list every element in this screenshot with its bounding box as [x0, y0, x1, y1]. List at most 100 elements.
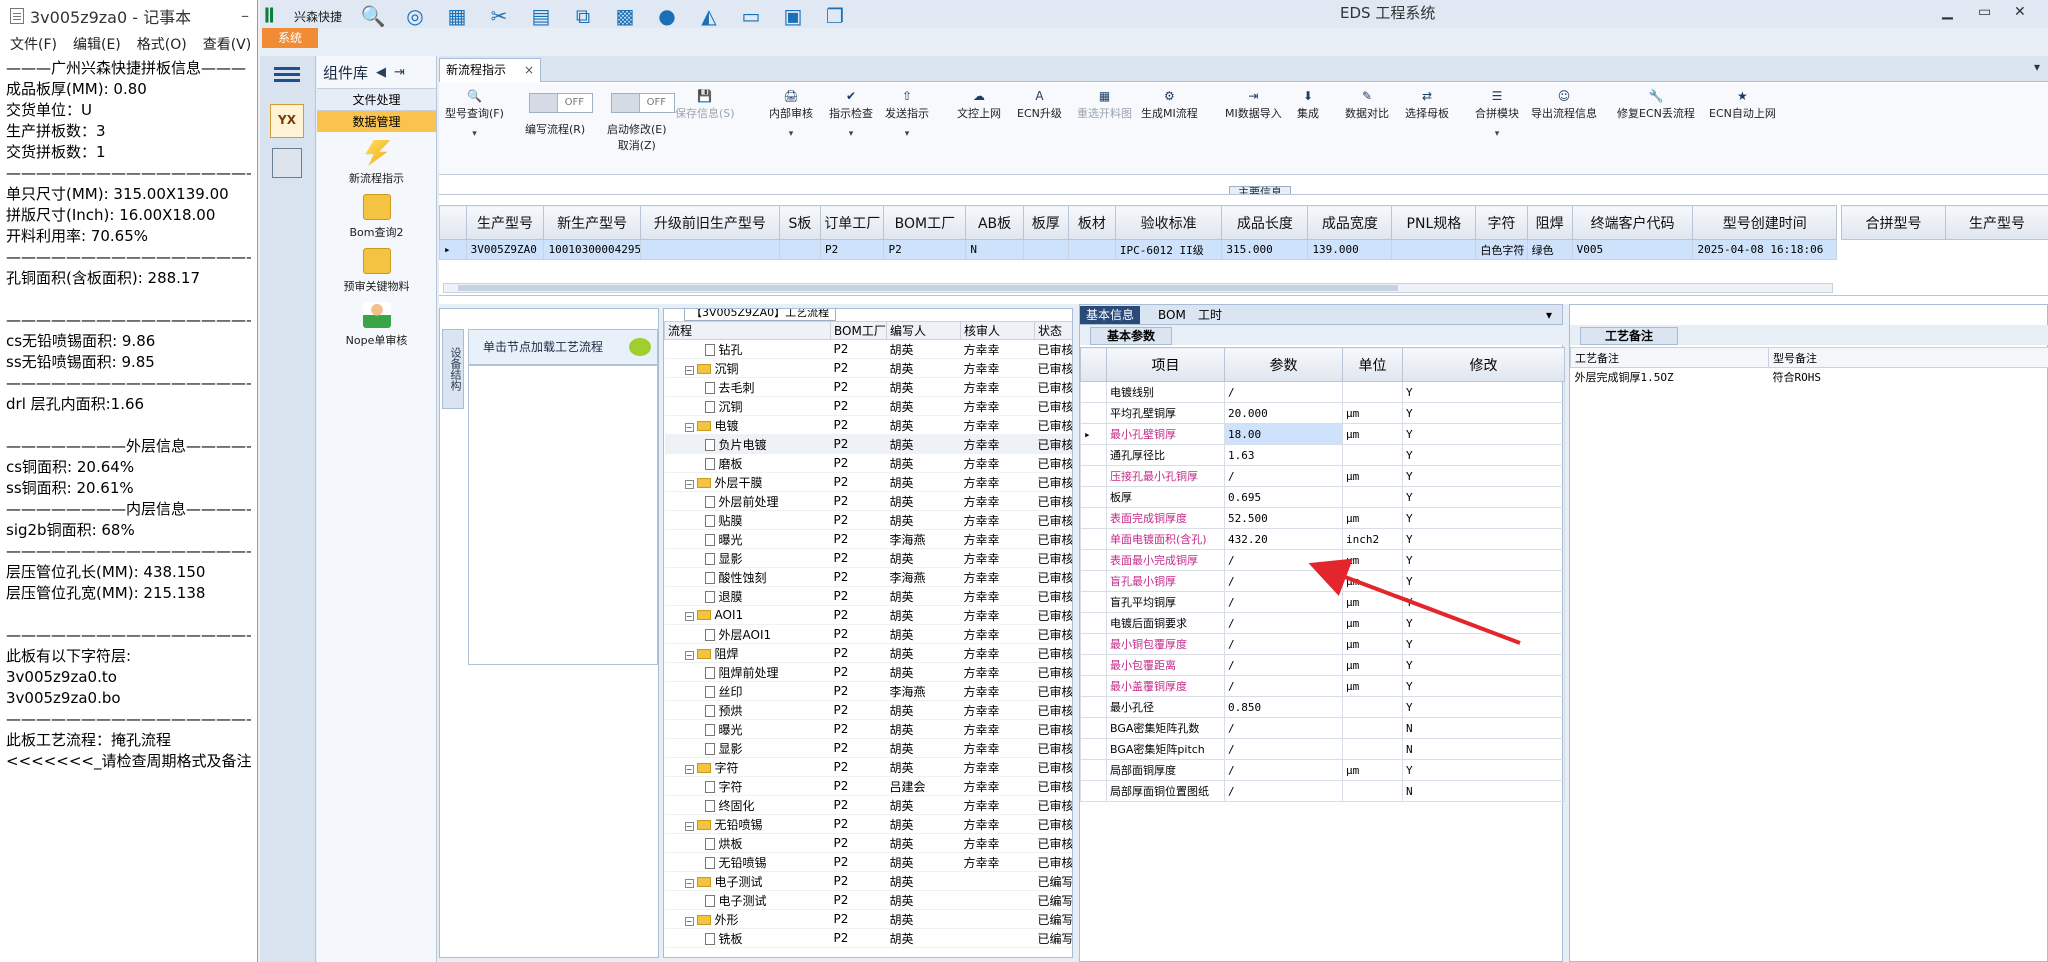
process-s-cell[interactable]: 已编写	[1034, 871, 1072, 891]
process-r-cell[interactable]: 方幸幸	[960, 453, 1035, 473]
ribbon-button-15[interactable]: 🔧 修复ECN丢流程	[1617, 89, 1695, 121]
process-bom-cell[interactable]: P2	[830, 890, 887, 910]
params-col-3[interactable]: 单位	[1342, 347, 1403, 382]
process-row[interactable]: 电子测试 P2 胡英 已编写	[664, 890, 1072, 910]
menu-file[interactable]: 文件(F)	[10, 34, 57, 54]
param-modify-cell[interactable]: Y	[1402, 444, 1565, 466]
process-bom-cell[interactable]: P2	[830, 377, 887, 397]
dropdown-arrow-icon[interactable]: ▾	[885, 129, 929, 139]
param-value-cell[interactable]: 18.00	[1224, 423, 1343, 445]
system-button[interactable]: 系统	[262, 28, 318, 48]
window-close-button[interactable]: ✕	[2014, 4, 2026, 20]
main-cell-6[interactable]: P2	[883, 239, 967, 260]
collapse-toggle-icon[interactable]: −	[684, 878, 694, 888]
ribbon-button-4[interactable]: ⇧ 发送指示 ▾	[885, 89, 929, 139]
process-row[interactable]: 负片电镀 P2 胡英 方幸幸 已审核	[664, 434, 1072, 454]
collapse-toggle-icon[interactable]: −	[684, 612, 694, 621]
process-r-cell[interactable]: 方幸幸	[960, 548, 1035, 568]
process-bom-cell[interactable]: P2	[830, 719, 887, 739]
process-r-cell[interactable]: 方幸幸	[960, 567, 1035, 587]
col-2[interactable]: 新生产型号	[543, 205, 641, 240]
menu-format[interactable]: 格式(O)	[137, 34, 187, 54]
col-14[interactable]: 字符	[1475, 205, 1528, 240]
process-row[interactable]: − 外形 P2 胡英 已编写	[664, 909, 1072, 929]
process-r-cell[interactable]: 方幸幸	[960, 719, 1035, 739]
param-modify-cell[interactable]: Y	[1402, 465, 1565, 487]
process-s-cell[interactable]: 已审核	[1034, 548, 1072, 568]
row-selector[interactable]	[1080, 528, 1107, 550]
process-name-cell[interactable]: − 沉铜	[664, 358, 831, 378]
process-r-cell[interactable]: 方幸幸	[960, 529, 1035, 549]
param-modify-cell[interactable]: Y	[1402, 507, 1565, 529]
param-value-cell[interactable]: /	[1224, 465, 1343, 487]
process-s-cell[interactable]: 已审核	[1034, 795, 1072, 815]
notepad-text-area[interactable]: ———广州兴森快捷拼板信息——— 成品板厚(MM): 0.80 交货单位：U 生产拼板…	[0, 56, 257, 774]
param-value-cell[interactable]: 0.695	[1224, 486, 1343, 508]
process-r-cell[interactable]: 方幸幸	[960, 358, 1035, 378]
row-selector[interactable]	[1080, 507, 1107, 529]
process-w-cell[interactable]: 胡英	[886, 757, 961, 777]
process-name-cell[interactable]: 磨板	[664, 453, 831, 473]
ribbon-button-14[interactable]: ☺ 导出流程信息	[1531, 89, 1597, 121]
main-cell-11[interactable]: 315.000	[1221, 239, 1309, 260]
film-icon[interactable]: ▤	[528, 3, 554, 29]
process-r-cell[interactable]: 方幸幸	[960, 434, 1035, 454]
model-remark-cell[interactable]: 符合ROHS	[1769, 368, 2048, 386]
col-10[interactable]: 验收标准	[1114, 205, 1223, 240]
section-data-management[interactable]: 数据管理	[317, 110, 436, 132]
process-col-1[interactable]: BOM工厂	[830, 321, 887, 340]
process-w-cell[interactable]: 胡英	[886, 453, 961, 473]
param-modify-cell[interactable]: N	[1402, 780, 1565, 802]
process-bom-cell[interactable]: P2	[830, 871, 887, 891]
process-s-cell[interactable]: 已审核	[1034, 339, 1072, 359]
ribbon-button-3[interactable]: ✔ 指示检查 ▾	[829, 89, 873, 139]
param-value-cell[interactable]: 432.20	[1224, 528, 1343, 550]
ribbon-button-8[interactable]: ⚙ 生成MI流程	[1141, 89, 1198, 121]
process-w-cell[interactable]: 胡英	[886, 719, 961, 739]
row-selector[interactable]: ▸	[1080, 423, 1107, 445]
collapse-left-icon[interactable]: ◀	[376, 65, 386, 80]
param-value-cell[interactable]: /	[1224, 591, 1343, 613]
col-15[interactable]: 阻焊	[1526, 205, 1573, 240]
param-modify-cell[interactable]: Y	[1402, 633, 1565, 655]
params-col-1[interactable]: 项目	[1106, 347, 1225, 382]
process-name-cell[interactable]: − 无铅喷锡	[664, 814, 831, 834]
process-r-cell[interactable]	[960, 890, 1035, 910]
param-row[interactable]: 平均孔壁铜厚 20.000 μm Y	[1080, 402, 1565, 424]
process-w-cell[interactable]: 胡英	[886, 472, 961, 492]
param-value-cell[interactable]: /	[1224, 633, 1343, 655]
param-row[interactable]: 局部面铜厚度 / μm Y	[1080, 759, 1565, 781]
row-selector[interactable]	[1080, 402, 1107, 424]
param-value-cell[interactable]: /	[1224, 717, 1343, 739]
process-bom-cell[interactable]: P2	[830, 586, 887, 606]
row-selector[interactable]	[1080, 591, 1107, 613]
process-s-cell[interactable]: 已审核	[1034, 624, 1072, 644]
collapse-toggle-icon[interactable]: −	[684, 821, 694, 831]
ribbon-button-9[interactable]: ⇥ MI数据导入	[1225, 89, 1282, 121]
param-row[interactable]: 表面完成铜厚度 52.500 μm Y	[1080, 507, 1565, 529]
ribbon-button-0[interactable]: 🔍 型号查询(F) ▾	[445, 89, 504, 139]
param-row[interactable]: 最小孔径 0.850 Y	[1080, 696, 1565, 718]
process-bom-cell[interactable]: P2	[830, 510, 887, 530]
col-0[interactable]	[439, 205, 467, 240]
process-name-cell[interactable]: 负片电镀	[664, 434, 831, 454]
process-s-cell[interactable]: 已审核	[1034, 472, 1072, 492]
process-name-cell[interactable]: 沉铜	[664, 396, 831, 416]
col-12[interactable]: 成品宽度	[1307, 205, 1393, 240]
process-row[interactable]: 无铅喷锡 P2 胡英 方幸幸 已审核	[664, 852, 1072, 872]
process-row[interactable]: 退膜 P2 胡英 方幸幸 已审核	[664, 586, 1072, 606]
process-name-cell[interactable]: 外层前处理	[664, 491, 831, 511]
process-w-cell[interactable]: 胡英	[886, 624, 961, 644]
process-r-cell[interactable]: 方幸幸	[960, 700, 1035, 720]
process-s-cell[interactable]: 已审核	[1034, 453, 1072, 473]
process-w-cell[interactable]: 胡英	[886, 396, 961, 416]
tab-new-flow-instruction[interactable]: 新流程指示 ×	[439, 58, 541, 82]
row-selector[interactable]	[1080, 633, 1107, 655]
param-row[interactable]: 最小包覆距离 / μm Y	[1080, 654, 1565, 676]
param-value-cell[interactable]: /	[1224, 780, 1343, 802]
param-row[interactable]: 电镀线别 / Y	[1080, 381, 1565, 403]
process-name-cell[interactable]: − 外层干膜	[664, 472, 831, 492]
process-w-cell[interactable]: 李海燕	[886, 567, 961, 587]
col-7[interactable]: AB板	[965, 205, 1024, 240]
process-row[interactable]: − 沉铜 P2 胡英 方幸幸 已审核	[664, 358, 1072, 378]
